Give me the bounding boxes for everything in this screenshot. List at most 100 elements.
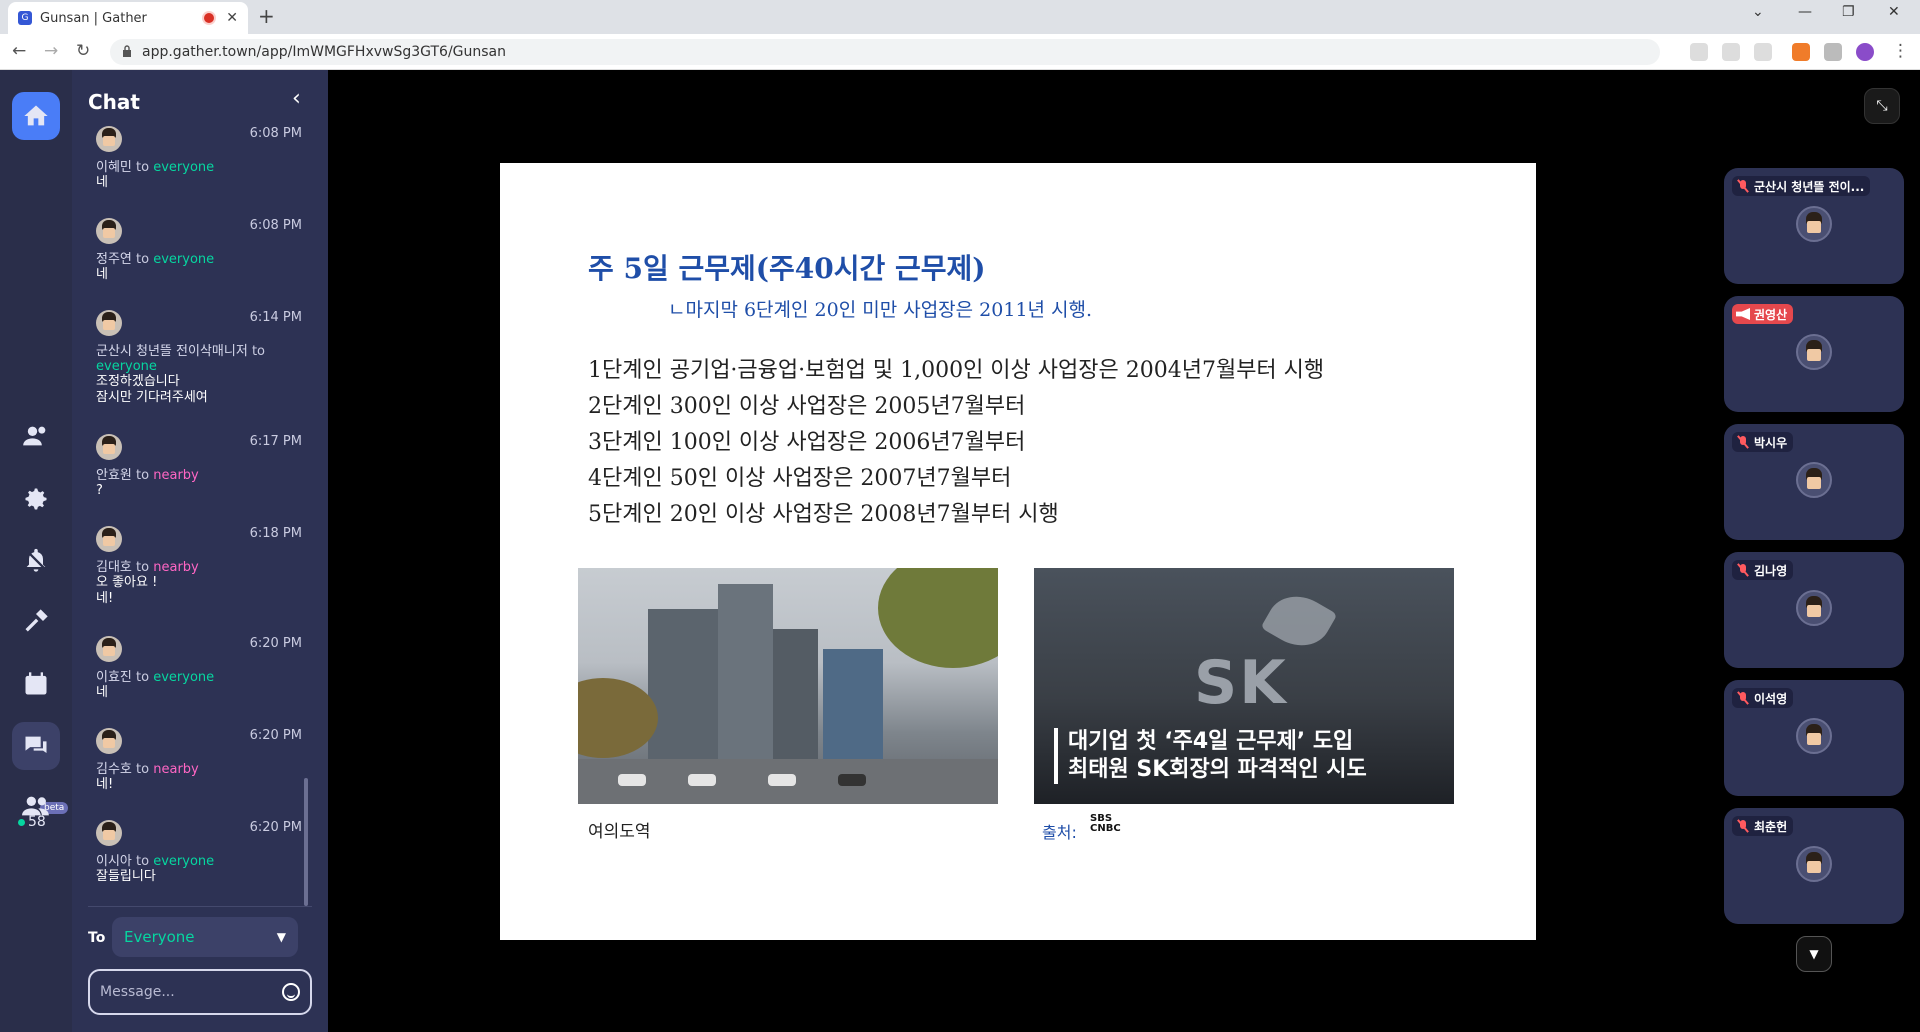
message-time: 6:14 PM <box>249 310 302 325</box>
avatar <box>96 218 122 244</box>
profile-avatar-icon[interactable] <box>1856 43 1874 61</box>
chevron-down-icon: ▼ <box>276 930 286 944</box>
extensions-puzzle-icon[interactable] <box>1824 43 1842 61</box>
avatar <box>1796 462 1832 498</box>
message-sender-line: 김수호 to nearby <box>96 758 302 777</box>
calendar-icon <box>25 672 47 695</box>
car <box>688 774 716 786</box>
chat-message-list[interactable]: 6:08 PM 이혜민 to everyone 네 6:08 PM 정주연 to… <box>72 124 328 906</box>
slide-subtitle: ㄴ마지막 6단계인 20인 미만 사업장은 2011년 시행. <box>668 299 1093 321</box>
message-time: 6:20 PM <box>249 728 302 743</box>
avatar <box>96 526 122 552</box>
to-word: to <box>251 344 265 359</box>
participant-label: 이석영 <box>1732 688 1794 708</box>
slide-title: 주 5일 근무제(주40시간 근무제) <box>588 252 986 285</box>
car <box>838 774 866 786</box>
recipient-select[interactable]: Everyone ▼ <box>112 917 298 957</box>
message-sender-line: 김대호 to nearby <box>96 556 302 575</box>
chat-title: Chat <box>88 90 140 114</box>
sender-name[interactable]: 안효원 <box>96 468 132 483</box>
sender-name[interactable]: 이시아 <box>96 854 132 869</box>
participant-tile[interactable]: 이석영 <box>1724 680 1904 796</box>
home-button[interactable] <box>12 92 60 140</box>
settings-button[interactable] <box>12 475 60 523</box>
sender-name[interactable]: 군산시 청년뜰 전이삭매니저 <box>96 344 248 359</box>
chat-message: 6:08 PM 이혜민 to everyone 네 <box>96 126 302 191</box>
sender-name[interactable]: 이효진 <box>96 670 132 685</box>
participant-tile[interactable]: 군산시 청년뜰 전이... <box>1724 168 1904 284</box>
avatar <box>1796 718 1832 754</box>
to-word: to <box>136 252 150 267</box>
slide-line: 1단계인 공기업·금융업·보험업 및 1,000인 이상 사업장은 2004년7… <box>588 358 1325 383</box>
close-tab-icon[interactable]: ✕ <box>226 10 238 26</box>
message-sender-line: 이효진 to everyone <box>96 666 302 685</box>
collapse-chat-icon[interactable]: ‹ <box>292 86 301 111</box>
message-sender-line: 군산시 청년뜰 전이삭매니저 to everyone <box>96 340 302 374</box>
share-icon[interactable] <box>1722 43 1740 61</box>
bookmark-star-icon[interactable] <box>1754 43 1772 61</box>
invite-button[interactable] <box>12 412 60 460</box>
sender-name[interactable]: 김수호 <box>96 762 132 777</box>
message-time: 6:20 PM <box>249 820 302 835</box>
logo-line: CNBC <box>1090 823 1121 834</box>
tab-search-icon[interactable]: ⌄ <box>1752 4 1764 20</box>
chat-scrollbar[interactable] <box>304 778 308 906</box>
extension-icon[interactable] <box>1792 43 1810 61</box>
browser-tab[interactable]: G Gunsan | Gather ✕ <box>8 2 248 34</box>
building <box>823 649 883 759</box>
participant-name: 이석영 <box>1754 691 1788 706</box>
sender-name[interactable]: 김대호 <box>96 560 132 575</box>
megaphone-icon <box>1736 308 1750 320</box>
close-window-button[interactable]: ✕ <box>1888 4 1900 20</box>
yeouido-photo <box>578 568 998 804</box>
mic-muted-icon <box>1736 819 1750 833</box>
participant-tile[interactable]: 김나영 <box>1724 552 1904 668</box>
build-tool-button[interactable] <box>12 597 60 645</box>
participant-label: 군산시 청년뜰 전이... <box>1732 176 1871 196</box>
participant-name: 김나영 <box>1754 563 1788 578</box>
notifications-off-button[interactable] <box>12 536 60 584</box>
message-time: 6:17 PM <box>249 434 302 449</box>
news-headline: 대기업 첫 ‘주4일 근무제’ 도입 최태원 SK회장의 파격적인 시도 <box>1054 728 1367 784</box>
divider <box>88 906 312 907</box>
message-sender-line: 이시아 to everyone <box>96 850 302 869</box>
back-icon[interactable]: ← <box>12 41 26 61</box>
new-tab-button[interactable]: + <box>258 4 275 28</box>
participant-label: 권영산 <box>1732 304 1794 324</box>
message-input[interactable]: Message... <box>88 969 312 1015</box>
forward-icon[interactable]: → <box>44 41 58 61</box>
chat-message: 6:08 PM 정주연 to everyone 네 <box>96 218 302 283</box>
message-text: 조정하겠습니다 잠시만 기다려주세여 <box>96 374 208 405</box>
mic-muted-icon <box>1736 179 1750 193</box>
audience: nearby <box>153 762 199 777</box>
chat-button[interactable] <box>12 722 60 770</box>
browser-menu-icon[interactable]: ⋮ <box>1892 41 1909 61</box>
message-text: 네 <box>96 267 108 282</box>
participant-tile[interactable]: 최춘헌 <box>1724 808 1904 924</box>
camera-icon[interactable] <box>1690 43 1708 61</box>
audience: nearby <box>153 560 199 575</box>
emoji-icon[interactable] <box>282 983 300 1001</box>
avatar <box>96 126 122 152</box>
to-word: to <box>136 670 150 685</box>
minimize-window-button[interactable]: — <box>1798 4 1812 20</box>
participant-tile[interactable]: 박시우 <box>1724 424 1904 540</box>
slide-body: 1단계인 공기업·금융업·보험업 및 1,000인 이상 사업장은 2004년7… <box>588 353 1324 533</box>
restore-window-button[interactable]: ❐ <box>1842 4 1855 20</box>
tree <box>878 568 998 668</box>
audience: everyone <box>153 160 215 175</box>
scroll-participants-down-button[interactable]: ▼ <box>1796 936 1832 972</box>
avatar <box>1796 846 1832 882</box>
slide-line: 2단계인 300인 이상 사업장은 2005년7월부터 <box>588 394 1026 419</box>
audience: everyone <box>153 670 215 685</box>
reload-icon[interactable]: ↻ <box>76 41 90 61</box>
address-bar[interactable]: app.gather.town/app/ImWMGFHxvwSg3GT6/Gun… <box>110 39 1660 65</box>
tab-title: Gunsan | Gather <box>40 10 147 26</box>
sender-name[interactable]: 정주연 <box>96 252 132 267</box>
audience: everyone <box>96 359 157 374</box>
tree <box>578 678 658 758</box>
participant-tile[interactable]: 권영산 <box>1724 296 1904 412</box>
calendar-button[interactable] <box>12 660 60 708</box>
sender-name[interactable]: 이혜민 <box>96 160 132 175</box>
message-text: 네! <box>96 777 114 792</box>
